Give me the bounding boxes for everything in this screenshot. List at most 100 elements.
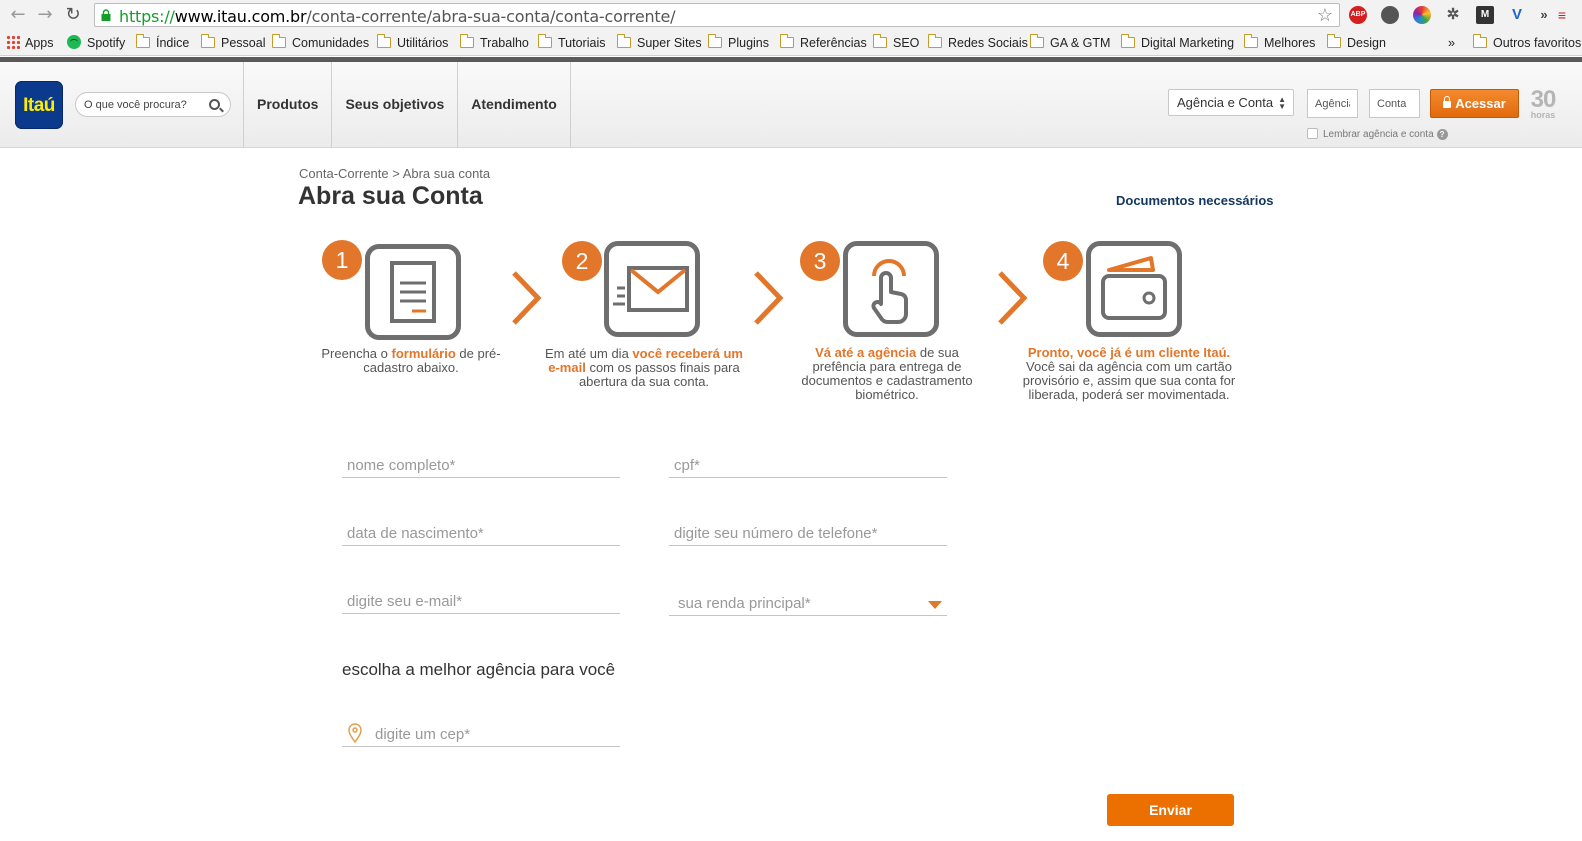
- nome-input[interactable]: [342, 454, 620, 476]
- menu-icon[interactable]: ≡: [1557, 6, 1567, 24]
- apps-grid-icon: [6, 35, 20, 49]
- folder-icon: [537, 34, 552, 48]
- page-title: Abra sua Conta: [298, 182, 483, 210]
- bookmark-folder[interactable]: GA & GTM: [1029, 34, 1110, 51]
- location-pin-icon: [348, 723, 362, 743]
- form-icon: [390, 261, 436, 323]
- url-text: https://www.itau.com.br/conta-corrente/a…: [119, 7, 676, 26]
- bookmark-folder[interactable]: Índice: [135, 34, 189, 51]
- nav-seus-objetivos[interactable]: Seus objetivos: [331, 62, 457, 148]
- email-input[interactable]: [342, 590, 620, 612]
- bookmarks-bar: Apps Spotify Índice Pessoal Comunidades …: [0, 30, 1582, 56]
- cpf-input[interactable]: [669, 454, 947, 476]
- bookmark-folder[interactable]: Digital Marketing: [1120, 34, 1234, 51]
- site-header: Itaú Produtos Seus objetivos Atendimento…: [0, 62, 1582, 148]
- reload-icon[interactable]: ↻: [63, 5, 83, 25]
- cep-input[interactable]: [342, 723, 620, 745]
- forward-icon[interactable]: →: [35, 5, 55, 25]
- step-2-number: 2: [562, 241, 602, 281]
- help-icon[interactable]: ?: [1436, 129, 1448, 140]
- v-extension-icon[interactable]: V: [1508, 6, 1526, 24]
- conta-input[interactable]: [1369, 89, 1420, 118]
- folder-icon: [1326, 34, 1341, 48]
- bookmark-folder[interactable]: Redes Sociais: [927, 34, 1028, 51]
- bookmark-folder[interactable]: Tutoriais: [537, 34, 605, 51]
- extension-icon[interactable]: [1381, 6, 1399, 24]
- nav-atendimento[interactable]: Atendimento: [457, 62, 571, 148]
- bookmark-folder[interactable]: Melhores: [1243, 34, 1315, 51]
- bookmark-star-icon[interactable]: ☆: [1317, 5, 1333, 26]
- step-4-text: Pronto, você já é um cliente Itaú. Você …: [1022, 345, 1236, 402]
- chevron-right-icon: [512, 271, 542, 325]
- bookmarks-overflow[interactable]: »: [1448, 35, 1455, 51]
- email-field: [342, 590, 620, 614]
- step-1-text: Preencha o formulário de pré-cadastro ab…: [321, 346, 501, 375]
- folder-icon: [872, 34, 887, 48]
- extensions-overflow-icon[interactable]: »: [1535, 6, 1553, 24]
- folder-icon: [1472, 34, 1487, 48]
- renda-select-label: sua renda principal*: [678, 595, 811, 612]
- folder-icon: [376, 34, 391, 48]
- touch-icon: [871, 259, 908, 325]
- nome-field: [342, 454, 620, 478]
- step-4-box: [1086, 241, 1182, 337]
- folder-icon: [200, 34, 215, 48]
- bookmark-folder[interactable]: Design: [1326, 34, 1386, 51]
- bookmark-spotify[interactable]: Spotify: [67, 35, 125, 51]
- search-input[interactable]: [84, 97, 202, 113]
- nascimento-input[interactable]: [342, 522, 620, 544]
- adblock-extension-icon[interactable]: ABP: [1349, 6, 1367, 24]
- acessar-button[interactable]: Acessar: [1430, 89, 1519, 118]
- folder-icon: [271, 34, 286, 48]
- back-icon[interactable]: ←: [8, 5, 28, 25]
- renda-select[interactable]: sua renda principal*: [669, 592, 947, 616]
- telefone-input[interactable]: [669, 522, 947, 544]
- bookmark-folder[interactable]: SEO: [872, 34, 919, 51]
- m-extension-icon[interactable]: M: [1476, 6, 1494, 24]
- account-type-select[interactable]: Agência e Conta ▲ ▼: [1168, 89, 1294, 116]
- folder-icon: [707, 34, 722, 48]
- bug-extension-icon[interactable]: ✲: [1444, 6, 1462, 24]
- folder-icon: [779, 34, 794, 48]
- step-4-number: 4: [1043, 241, 1083, 281]
- step-1-number: 1: [322, 240, 362, 280]
- email-icon: [613, 266, 689, 312]
- bookmark-apps[interactable]: Apps: [6, 35, 54, 51]
- folder-icon: [1029, 34, 1044, 48]
- agencia-input[interactable]: [1307, 89, 1358, 118]
- address-bar[interactable]: https://www.itau.com.br/conta-corrente/a…: [94, 3, 1340, 27]
- step-1-box: [365, 244, 461, 340]
- step-2-box: [604, 241, 700, 337]
- itau-logo[interactable]: Itaú: [15, 81, 63, 129]
- folder-icon: [459, 34, 474, 48]
- remember-account: Lembrar agência e conta?: [1307, 128, 1448, 140]
- select-arrows-icon: ▲ ▼: [1278, 95, 1286, 111]
- remember-checkbox[interactable]: [1307, 128, 1318, 139]
- step-3-text: Vá até a agência de sua prefência para e…: [801, 345, 973, 402]
- search-icon[interactable]: [209, 99, 220, 110]
- enviar-button[interactable]: Enviar: [1107, 794, 1234, 826]
- bookmark-folder[interactable]: Pessoal: [200, 34, 265, 51]
- agencia-heading: escolha a melhor agência para você: [342, 660, 616, 679]
- bookmark-folder[interactable]: Plugins: [707, 34, 769, 51]
- nascimento-field: [342, 522, 620, 546]
- bookmark-other[interactable]: Outros favoritos: [1472, 34, 1581, 51]
- chevron-right-icon: [754, 271, 784, 325]
- bookmark-folder[interactable]: Utilitários: [376, 34, 448, 51]
- lock-icon: [1443, 96, 1452, 108]
- nav-produtos[interactable]: Produtos: [243, 62, 331, 148]
- folder-icon: [1120, 34, 1135, 48]
- folder-icon: [1243, 34, 1258, 48]
- bookmark-folder[interactable]: Comunidades: [271, 34, 369, 51]
- bookmark-folder[interactable]: Trabalho: [459, 34, 529, 51]
- cep-field: [342, 723, 620, 747]
- documentos-link[interactable]: Documentos necessários: [1116, 193, 1274, 208]
- secure-lock-icon: [101, 9, 111, 21]
- color-extension-icon[interactable]: [1413, 6, 1431, 24]
- cpf-field: [669, 454, 947, 478]
- folder-icon: [927, 34, 942, 48]
- bookmark-folder[interactable]: Super Sites: [616, 34, 702, 51]
- step-3-box: [843, 241, 939, 337]
- bookmark-folder[interactable]: Referências: [779, 34, 867, 51]
- breadcrumb: Conta-Corrente > Abra sua conta: [299, 166, 491, 181]
